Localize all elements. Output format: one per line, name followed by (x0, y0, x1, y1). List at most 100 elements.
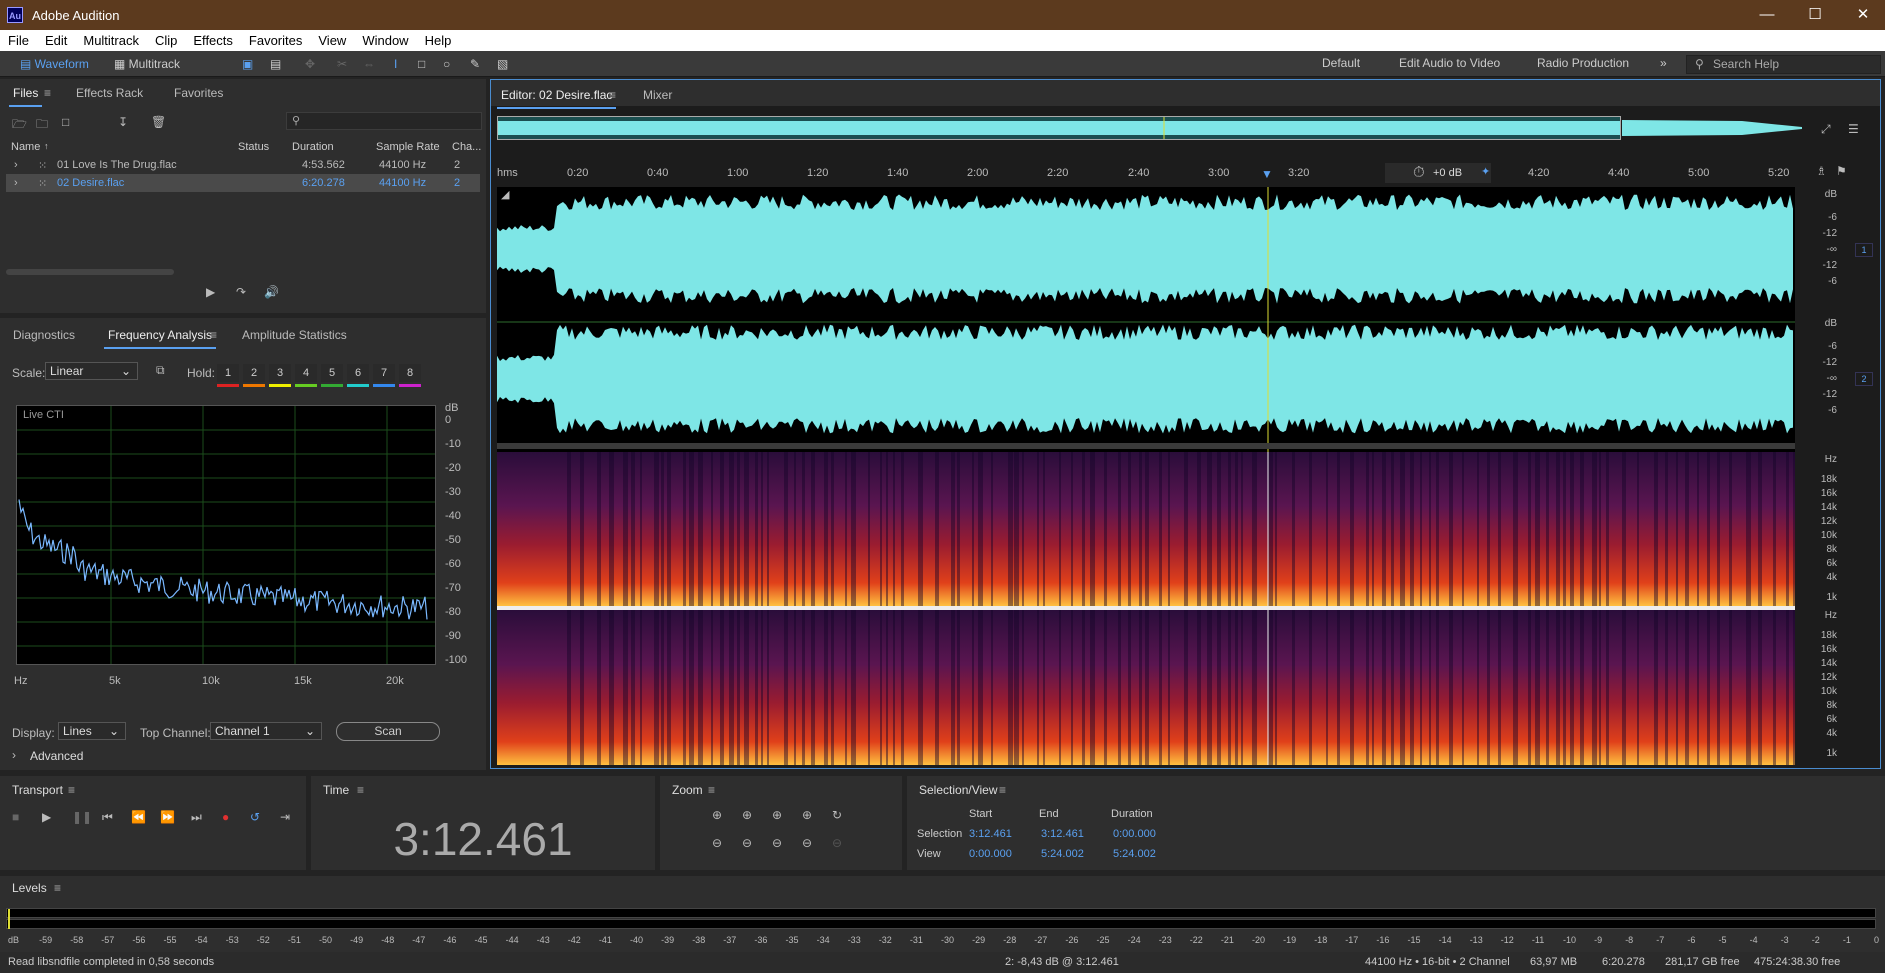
col-sample-rate[interactable]: Sample Rate (376, 141, 440, 153)
razor-tool-icon[interactable]: ✂ (337, 54, 347, 74)
expand-icon[interactable]: › (14, 159, 18, 171)
play-icon[interactable]: ▶ (42, 810, 51, 824)
time-selection-tool-icon[interactable]: I (394, 54, 397, 74)
metronome-icon[interactable]: ♗ (1816, 164, 1827, 178)
advanced-expand-icon[interactable]: › (12, 748, 16, 762)
zoom-in-amplitude-icon[interactable]: ⊕ (712, 808, 722, 822)
tab-effects-rack[interactable]: Effects Rack (76, 86, 143, 100)
skip-to-end-icon[interactable]: ⏭ (191, 810, 202, 825)
loop-playback-icon[interactable]: ↺ (250, 810, 260, 824)
view-end[interactable]: 5:24.002 (1041, 848, 1084, 860)
menu-favorites[interactable]: Favorites (241, 30, 310, 48)
hold-button-4[interactable]: 4 (295, 364, 317, 382)
channel-2-toggle[interactable]: 2 (1855, 372, 1873, 386)
zoom-menu-icon[interactable]: ≡ (708, 783, 715, 797)
pause-icon[interactable]: ❚❚ (72, 810, 92, 824)
files-scrollbar[interactable] (6, 269, 174, 275)
zoom-out-full-icon[interactable]: ⊖ (802, 836, 812, 850)
overview-menu-icon[interactable]: ☰ (1848, 122, 1859, 136)
menu-multitrack[interactable]: Multitrack (75, 30, 147, 48)
waveform-view-button[interactable]: ▤ Waveform (20, 54, 89, 74)
workspace-overflow-icon[interactable]: » (1660, 56, 1667, 70)
col-channels[interactable]: Cha... (452, 141, 481, 153)
tab-files[interactable]: Files (8, 86, 43, 107)
marker-icon[interactable]: ⚑ (1836, 164, 1847, 178)
menu-help[interactable]: Help (417, 30, 460, 48)
channel-1-toggle[interactable]: 1 (1855, 243, 1873, 257)
hold-button-7[interactable]: 7 (373, 364, 395, 382)
file-row[interactable]: › ⁙ 02 Desire.flac 6:20.278 44100 Hz 2 (6, 174, 480, 192)
files-search-input[interactable]: ⚲ (286, 112, 482, 130)
menu-edit[interactable]: Edit (37, 30, 75, 48)
col-duration[interactable]: Duration (292, 141, 334, 153)
tab-amplitude-statistics[interactable]: Amplitude Statistics (242, 328, 347, 342)
zoom-reset-icon[interactable]: ↻ (832, 808, 842, 822)
workspace-radio-production[interactable]: Radio Production (1537, 56, 1629, 70)
close-icon[interactable]: ✕ (1843, 4, 1883, 26)
zoom-in-time-icon[interactable]: ⊕ (742, 808, 752, 822)
view-duration[interactable]: 5:24.002 (1113, 848, 1156, 860)
menu-window[interactable]: Window (354, 30, 416, 48)
workspace-default[interactable]: Default (1322, 56, 1360, 70)
zoom-to-fit-icon[interactable]: ⤢ (1821, 122, 1831, 137)
envelope-toggle-icon[interactable]: ◢ (501, 188, 509, 201)
skip-to-start-icon[interactable]: ⏮ (102, 810, 113, 825)
import-file-icon[interactable]: 🗀 (36, 115, 48, 136)
zoom-in-point-icon[interactable]: ⊕ (802, 808, 812, 822)
menu-view[interactable]: View (310, 30, 354, 48)
pin-hud-icon[interactable]: ✦ (1481, 165, 1490, 178)
playhead-handle-icon[interactable]: ▼ (1261, 167, 1273, 181)
spectral-split-handle[interactable] (497, 443, 1795, 449)
selection-duration[interactable]: 0:00.000 (1113, 828, 1156, 840)
delete-icon[interactable]: 🗑 (151, 115, 166, 129)
hold-button-2[interactable]: 2 (243, 364, 265, 382)
levels-menu-icon[interactable]: ≡ (54, 881, 61, 895)
selection-view-menu-icon[interactable]: ≡ (999, 783, 1006, 797)
fast-forward-icon[interactable]: ⏩ (160, 810, 175, 824)
stop-icon[interactable]: ■ (12, 810, 19, 824)
editor-menu-icon[interactable]: ≡ (609, 88, 616, 102)
marquee-tool-icon[interactable]: □ (418, 54, 425, 74)
advanced-label[interactable]: Advanced (30, 749, 83, 763)
waveform-display[interactable] (497, 187, 1795, 452)
view-start[interactable]: 0:00.000 (969, 848, 1012, 860)
spectral-display-icon[interactable]: ▤ (270, 54, 281, 74)
tab-favorites[interactable]: Favorites (174, 86, 223, 100)
search-help-input[interactable]: ⚲ Search Help (1686, 55, 1881, 74)
insert-icon[interactable]: ↧ (118, 115, 128, 129)
tab-mixer[interactable]: Mixer (643, 88, 672, 102)
zoom-selection-icon[interactable]: ⊖ (832, 836, 842, 850)
file-row[interactable]: › ⁙ 01 Love Is The Drug.flac 4:53.562 44… (6, 156, 480, 174)
files-menu-icon[interactable]: ≡ (44, 86, 51, 100)
display-select[interactable]: Lines ⌄ (58, 722, 126, 740)
spectrogram-display[interactable] (497, 452, 1795, 765)
lasso-tool-icon[interactable]: ○ (443, 54, 450, 74)
col-status[interactable]: Status (238, 141, 269, 153)
autoplay-icon[interactable]: 🔊 (264, 285, 279, 299)
zoom-out-amplitude-icon[interactable]: ⊖ (712, 836, 722, 850)
volume-knob-icon[interactable]: ⏱ (1413, 164, 1425, 181)
hold-button-1[interactable]: 1 (217, 364, 239, 382)
maximize-icon[interactable]: ☐ (1795, 4, 1835, 26)
rewind-icon[interactable]: ⏪ (131, 810, 146, 824)
hold-button-3[interactable]: 3 (269, 364, 291, 382)
time-ruler[interactable]: hms 0:20 0:40 1:00 1:20 1:40 2:00 2:20 2… (497, 163, 1793, 183)
scale-select[interactable]: Linear ⌄ (45, 362, 138, 380)
zoom-out-time-icon[interactable]: ⊖ (742, 836, 752, 850)
hold-button-6[interactable]: 6 (347, 364, 369, 382)
tab-diagnostics[interactable]: Diagnostics (13, 328, 75, 342)
transport-menu-icon[interactable]: ≡ (68, 783, 75, 797)
brush-tool-icon[interactable]: ✎ (470, 54, 480, 74)
slip-tool-icon[interactable]: ⇔ (363, 54, 375, 74)
waveform-display-icon[interactable]: ▣ (242, 54, 253, 74)
tab-editor[interactable]: Editor: 02 Desire.flac (496, 88, 617, 109)
analysis-menu-icon[interactable]: ≡ (210, 328, 217, 342)
loop-preview-icon[interactable]: ↷ (236, 285, 246, 299)
scan-button[interactable]: Scan (336, 722, 440, 741)
selection-start[interactable]: 3:12.461 (969, 828, 1012, 840)
zoom-out-center-icon[interactable]: ⊖ (772, 836, 782, 850)
menu-clip[interactable]: Clip (147, 30, 185, 48)
minimize-icon[interactable]: — (1747, 4, 1787, 26)
col-name[interactable]: Name (11, 141, 40, 153)
open-file-icon[interactable]: 🗁 (12, 115, 27, 136)
